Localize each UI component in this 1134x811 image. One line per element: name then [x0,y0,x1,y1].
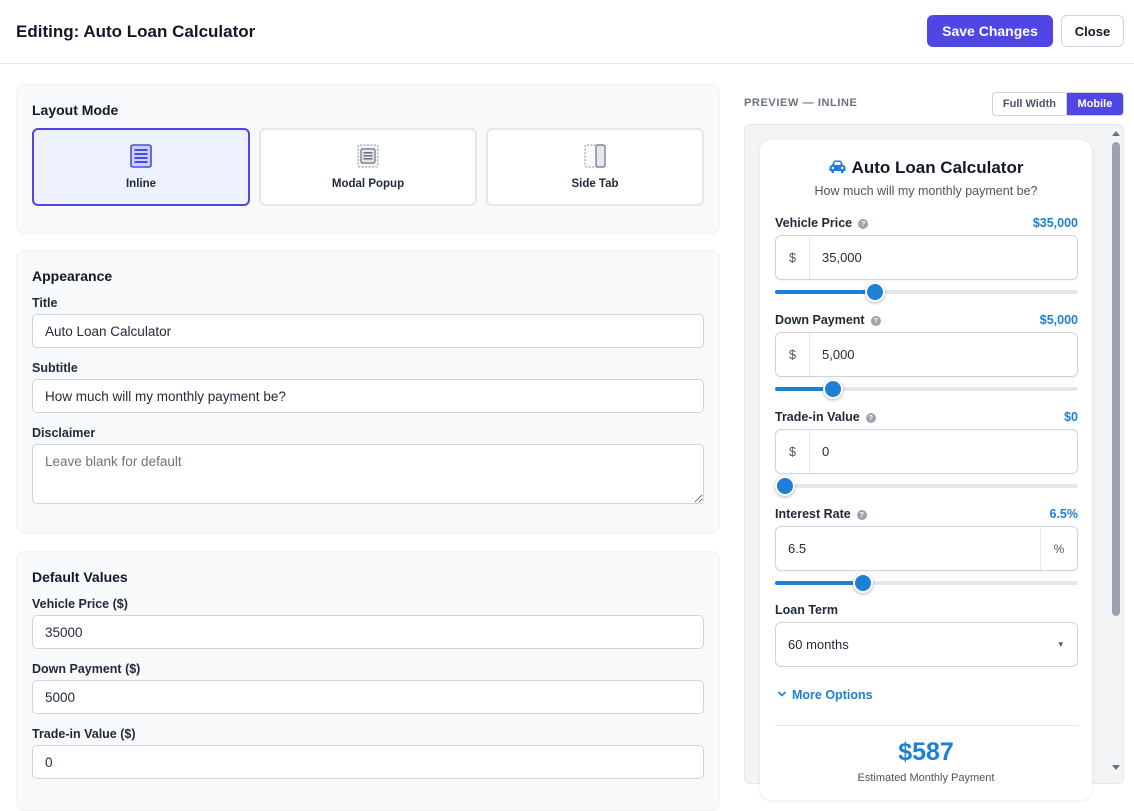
vehicle-price-widget-value: 35,000 [822,250,862,265]
loan-term-select[interactable]: 60 months ▾ [775,622,1078,667]
preview-size-toggle: Full Width Mobile [992,92,1124,116]
interest-rate-label-text: Interest Rate [775,507,851,521]
interest-rate-widget-input[interactable]: 6.5 % [775,526,1078,571]
car-icon [829,160,846,173]
down-payment-widget-input[interactable]: $ 5,000 [775,332,1078,377]
vehicle-price-field-label: Vehicle Price? [775,216,869,230]
layout-option-label: Side Tab [571,178,619,190]
vehicle-price-label-text: Vehicle Price [775,216,853,230]
down-payment-display: $5,000 [1039,313,1078,327]
loan-term-label: Loan Term [775,603,838,617]
appearance-card: Appearance Title Subtitle Disclaimer [16,250,720,534]
monthly-payment-value: $587 [898,738,954,766]
interest-rate-display: 6.5% [1049,507,1079,521]
more-options-label: More Options [792,688,873,702]
down-payment-label: Down Payment ($) [32,662,141,676]
layout-option-inline[interactable]: Inline [32,128,250,206]
trade-in-slider[interactable] [775,476,1078,496]
side-tab-layout-icon [584,144,606,168]
trade-in-widget-input[interactable]: $ 0 [775,429,1078,474]
trade-in-field-label: Trade-in Value? [775,410,876,424]
percent-suffix: % [1040,527,1077,570]
vehicle-price-widget-input[interactable]: $ 35,000 [775,235,1078,280]
layout-option-side-tab[interactable]: Side Tab [486,128,704,206]
result-divider [775,725,1078,726]
default-values-heading: Default Values [32,569,128,585]
down-payment-widget-value: 5,000 [822,347,855,362]
vehicle-price-input[interactable] [32,615,704,649]
page-title: Editing: Auto Loan Calculator [16,22,256,41]
layout-mode-card: Layout Mode Inline Modal Popup Side Tab [16,84,720,234]
slider-thumb[interactable] [775,476,795,496]
toggle-full-width[interactable]: Full Width [993,93,1067,115]
slider-thumb[interactable] [852,573,873,593]
subtitle-input[interactable] [32,379,704,413]
editor-header: Editing: Auto Loan Calculator Save Chang… [0,0,1134,64]
trade-in-widget-value: 0 [822,444,830,459]
down-payment-input[interactable] [32,680,704,714]
layout-mode-heading: Layout Mode [32,102,119,118]
interest-rate-field-label: Interest Rate? [775,507,867,521]
inline-layout-icon [130,144,152,168]
down-payment-field-label: Down Payment? [775,313,881,327]
save-changes-button[interactable]: Save Changes [927,15,1053,47]
widget-title-text: Auto Loan Calculator [851,158,1024,177]
layout-option-label: Modal Popup [331,178,405,190]
trade-in-label-text: Trade-in Value [775,410,860,424]
loan-term-value: 60 months [788,637,849,652]
trade-in-label: Trade-in Value ($) [32,727,136,741]
interest-rate-widget-value: 6.5 [788,541,807,556]
title-label: Title [32,296,58,310]
close-button[interactable]: Close [1061,15,1124,47]
preview-label: PREVIEW — INLINE [744,97,858,109]
down-payment-label-text: Down Payment [775,313,865,327]
chevron-down-icon: ▾ [1058,639,1063,649]
slider-fill [775,290,875,294]
dollar-prefix: $ [776,236,810,279]
dollar-prefix: $ [776,430,810,473]
help-icon[interactable]: ? [856,510,867,520]
monthly-payment-label: Estimated Monthly Payment [857,772,995,784]
slider-thumb[interactable] [864,282,885,302]
more-options-toggle[interactable]: More Options [777,688,873,702]
layout-option-label: Inline [125,178,157,190]
dollar-prefix: $ [776,333,810,376]
chevron-down-icon [777,691,787,697]
vehicle-price-display: $35,000 [1032,216,1078,230]
toggle-mobile[interactable]: Mobile [1066,93,1123,115]
disclaimer-label: Disclaimer [32,426,96,440]
appearance-heading: Appearance [32,268,113,284]
scroll-up-arrow[interactable] [1110,128,1122,140]
default-values-card: Default Values Vehicle Price ($) Down Pa… [16,551,720,811]
slider-fill [775,581,863,585]
scroll-down-arrow[interactable] [1110,761,1122,773]
down-payment-slider[interactable] [775,379,1078,399]
vehicle-price-slider[interactable] [775,282,1078,302]
help-icon[interactable]: ? [870,316,881,326]
help-icon[interactable]: ? [858,219,869,229]
modal-layout-icon [357,144,379,168]
title-input[interactable] [32,314,704,348]
preview-scrollbar-thumb[interactable] [1112,142,1120,616]
widget-subtitle: How much will my monthly payment be? [814,184,1038,198]
subtitle-label: Subtitle [32,361,78,375]
slider-thumb[interactable] [822,379,843,399]
interest-rate-slider[interactable] [775,573,1078,593]
layout-option-modal-popup[interactable]: Modal Popup [259,128,477,206]
disclaimer-textarea[interactable] [32,444,704,504]
help-icon[interactable]: ? [865,413,876,423]
vehicle-price-label: Vehicle Price ($) [32,597,128,611]
widget-title: Auto Loan Calculator [760,158,1092,178]
trade-in-display: $0 [1064,410,1078,424]
trade-in-input[interactable] [32,745,704,779]
